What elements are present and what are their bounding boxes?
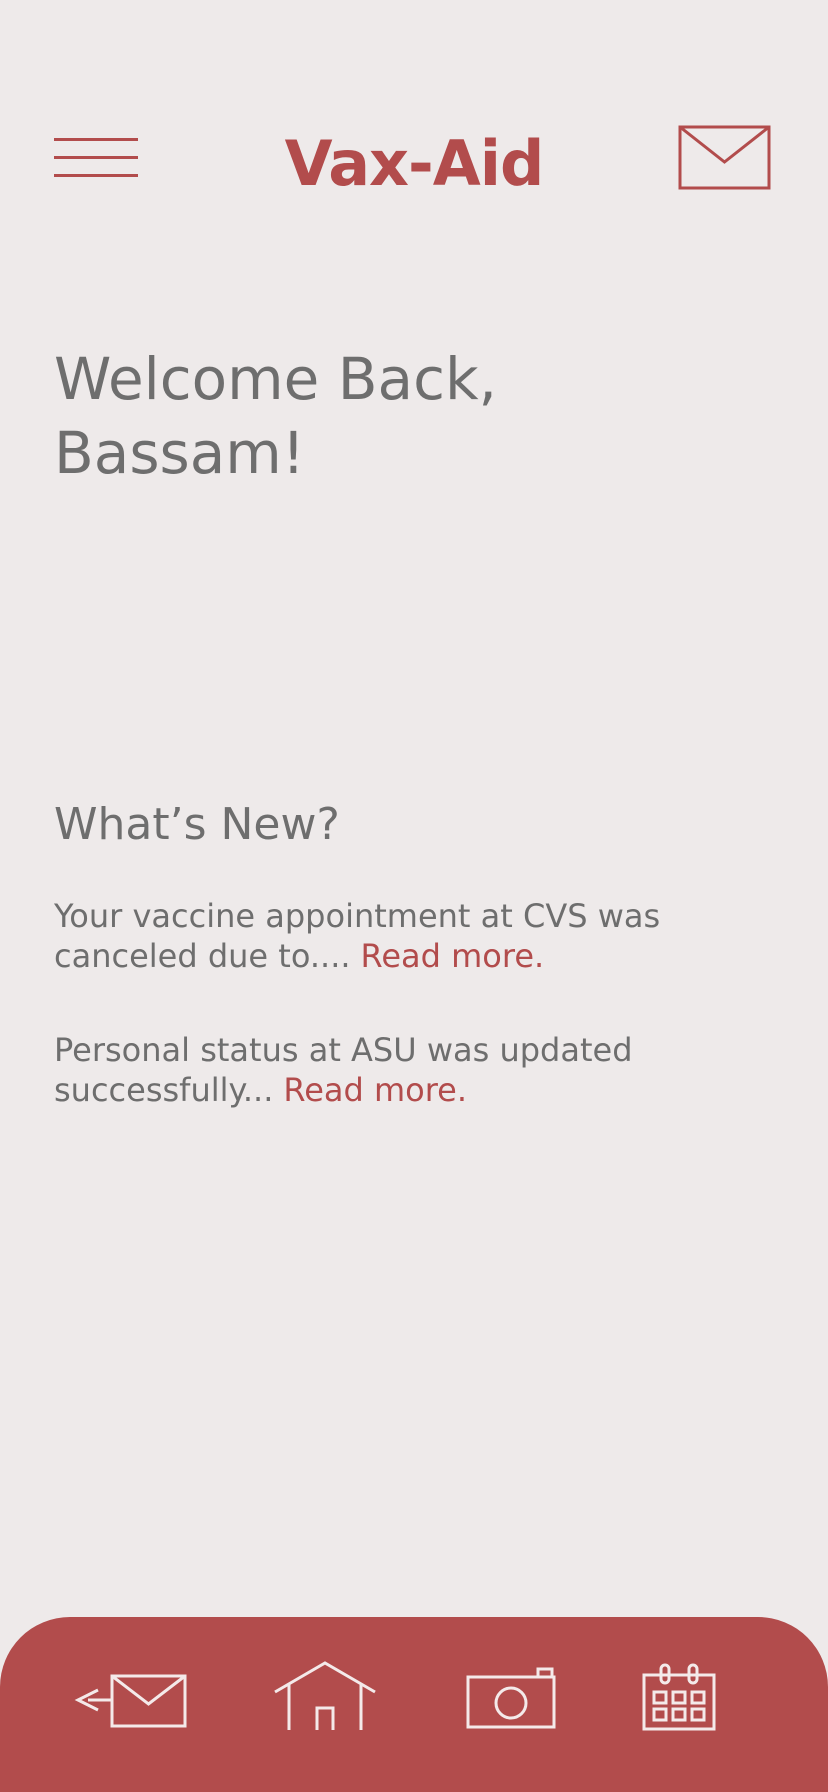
home-icon[interactable] bbox=[272, 1660, 378, 1730]
whats-new-heading: What’s New? bbox=[54, 799, 340, 850]
welcome-user-name: Bassam! bbox=[54, 419, 306, 487]
app-header: Vax-Aid bbox=[0, 0, 828, 240]
calendar-icon[interactable] bbox=[640, 1663, 718, 1731]
bottom-tab-bar bbox=[0, 1617, 828, 1792]
read-more-link[interactable]: Read more. bbox=[361, 937, 545, 975]
camera-icon[interactable] bbox=[466, 1667, 558, 1729]
welcome-heading: Welcome Back, Bassam! bbox=[54, 342, 774, 490]
news-item-text: Your vaccine appointment at CVS was canc… bbox=[54, 897, 661, 975]
welcome-line-1: Welcome Back, bbox=[54, 345, 497, 413]
news-item: Personal status at ASU was updated succe… bbox=[54, 1030, 774, 1110]
send-message-icon[interactable] bbox=[74, 1672, 188, 1730]
envelope-icon[interactable] bbox=[678, 124, 774, 192]
news-item: Your vaccine appointment at CVS was canc… bbox=[54, 896, 774, 976]
read-more-link[interactable]: Read more. bbox=[283, 1071, 467, 1109]
